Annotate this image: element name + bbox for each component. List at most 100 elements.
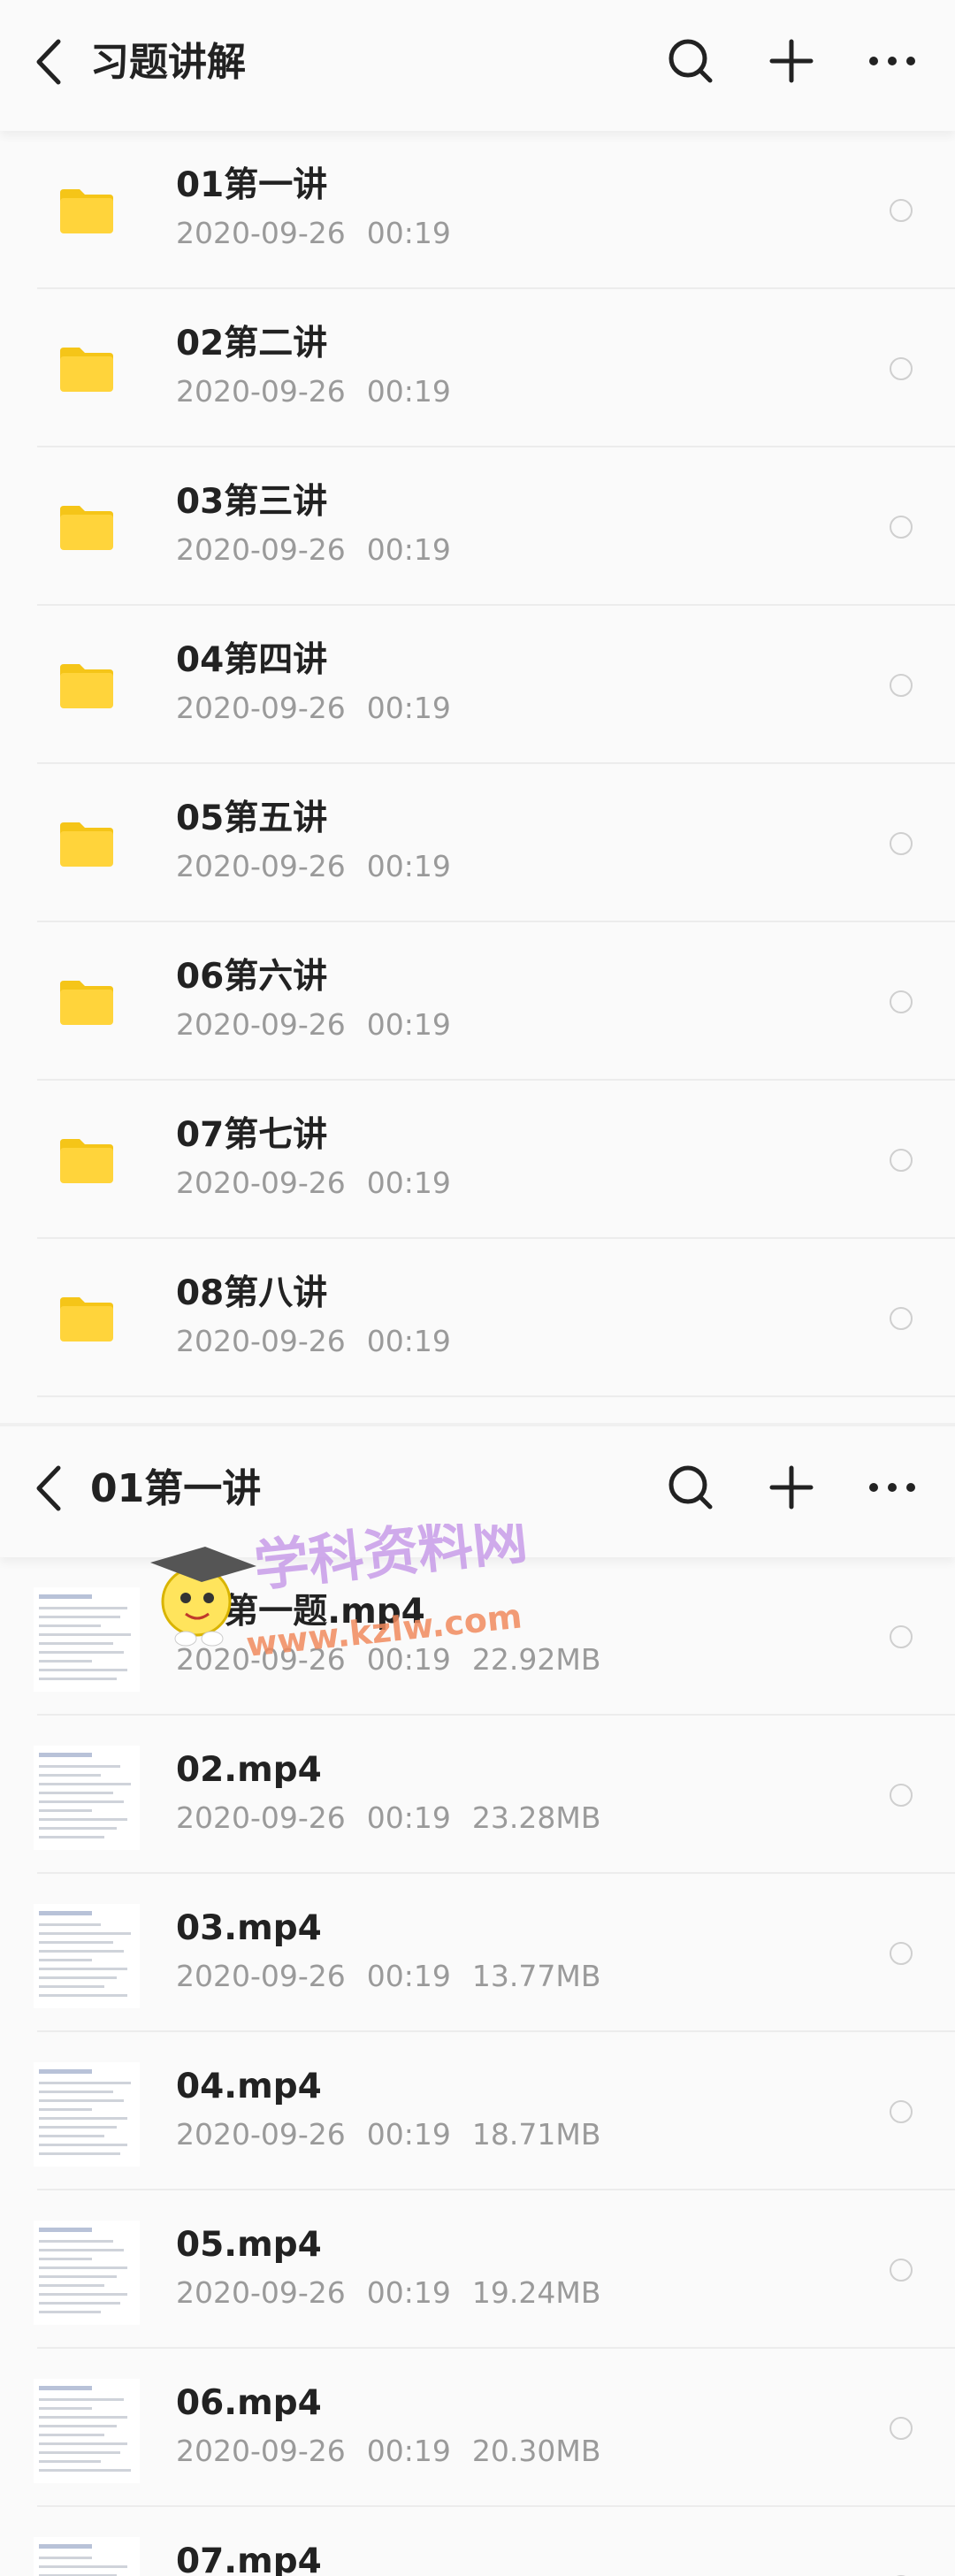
item-time: 00:19 (366, 1642, 451, 1677)
file-row[interactable]: 07.mp4 (0, 2507, 955, 2576)
item-date: 2020-09-26 (176, 532, 346, 567)
video-thumbnail (34, 2537, 140, 2576)
folder-icon (60, 348, 113, 392)
file-row[interactable]: 05.mp4 2020-09-26 00:19 19.24MB (0, 2190, 955, 2349)
select-radio[interactable] (890, 1942, 913, 1965)
select-radio[interactable] (890, 990, 913, 1013)
item-time: 00:19 (366, 216, 451, 250)
folder-icon (60, 664, 113, 708)
file-row[interactable]: 03.mp4 2020-09-26 00:19 13.77MB (0, 1874, 955, 2032)
item-meta: 2020-09-26 00:19 23.28MB (176, 1797, 622, 1839)
item-time: 00:19 (366, 1959, 451, 1993)
folder-icon (60, 189, 113, 233)
select-radio[interactable] (890, 199, 913, 222)
search-icon (668, 39, 713, 83)
item-meta: 2020-09-26 00:19 (176, 371, 472, 413)
item-date: 2020-09-26 (176, 1166, 346, 1200)
item-meta: 2020-09-26 00:19 (176, 1004, 472, 1046)
folder-name: 04第四讲 (176, 640, 328, 680)
item-meta: 2020-09-26 00:19 (176, 1320, 472, 1363)
item-time: 00:19 (366, 1007, 451, 1042)
file-name: 07.mp4 (176, 2542, 322, 2576)
folder-row[interactable]: 01第一讲 2020-09-26 00:19 (0, 131, 955, 289)
folder-row[interactable]: 08第八讲 2020-09-26 00:19 (0, 1239, 955, 1397)
plus-icon (769, 39, 814, 83)
select-radio[interactable] (890, 832, 913, 855)
folder-icon (60, 506, 113, 550)
select-radio[interactable] (890, 357, 913, 380)
select-radio[interactable] (890, 516, 913, 539)
item-date: 2020-09-26 (176, 374, 346, 409)
select-radio[interactable] (890, 2417, 913, 2440)
top-app-bar: 习题讲解 (0, 0, 955, 131)
plus-icon (769, 1465, 814, 1510)
item-meta: 2020-09-26 00:19 20.30MB (176, 2430, 622, 2473)
folder-row[interactable]: 07第七讲 2020-09-26 00:19 (0, 1081, 955, 1239)
item-date: 2020-09-26 (176, 1800, 346, 1835)
folder-name: 07第七讲 (176, 1115, 328, 1155)
video-thumbnail (34, 2062, 140, 2167)
item-time: 00:19 (366, 849, 451, 883)
file-row[interactable]: 04.mp4 2020-09-26 00:19 18.71MB (0, 2032, 955, 2190)
page-title: 习题讲解 (90, 40, 246, 85)
file-row[interactable]: 01第一题.mp4 2020-09-26 00:19 22.92MB (0, 1557, 955, 1716)
select-radio[interactable] (890, 1307, 913, 1330)
select-radio[interactable] (890, 1625, 913, 1648)
folder-name: 01第一讲 (176, 165, 328, 205)
item-date: 2020-09-26 (176, 1642, 346, 1677)
add-button[interactable] (762, 1458, 821, 1517)
page-title: 01第一讲 (90, 1466, 262, 1511)
item-time: 00:19 (366, 691, 451, 725)
item-date: 2020-09-26 (176, 1324, 346, 1358)
more-horizontal-icon (869, 57, 915, 65)
file-name: 05.mp4 (176, 2225, 322, 2265)
select-radio[interactable] (890, 1784, 913, 1807)
video-thumbnail (34, 1587, 140, 1692)
row-divider (37, 1395, 955, 1397)
more-button[interactable] (863, 32, 921, 90)
file-name: 04.mp4 (176, 2067, 322, 2106)
chevron-left-icon (36, 1465, 61, 1511)
folder-icon (60, 822, 113, 867)
video-thumbnail (34, 2379, 140, 2483)
file-row[interactable]: 06.mp4 2020-09-26 00:19 20.30MB (0, 2349, 955, 2507)
add-button[interactable] (762, 32, 821, 90)
item-time: 00:19 (366, 374, 451, 409)
folder-row[interactable]: 02第二讲 2020-09-26 00:19 (0, 289, 955, 447)
folder-name: 06第六讲 (176, 957, 328, 997)
file-name: 02.mp4 (176, 1750, 322, 1790)
search-icon (668, 1465, 713, 1510)
select-radio[interactable] (890, 1149, 913, 1172)
top-app-bar: 01第一讲 (0, 1426, 955, 1557)
search-button[interactable] (661, 1458, 720, 1517)
item-size: 23.28MB (471, 1800, 601, 1835)
item-time: 00:19 (366, 532, 451, 567)
item-time: 00:19 (366, 2117, 451, 2152)
item-meta: 2020-09-26 00:19 (176, 845, 472, 888)
search-button[interactable] (661, 32, 720, 90)
select-radio[interactable] (890, 2100, 913, 2123)
back-button[interactable] (27, 1462, 71, 1515)
item-meta: 2020-09-26 00:19 (176, 687, 472, 730)
item-meta: 2020-09-26 00:19 22.92MB (176, 1639, 622, 1681)
folder-row[interactable]: 04第四讲 2020-09-26 00:19 (0, 606, 955, 764)
folder-row[interactable]: 05第五讲 2020-09-26 00:19 (0, 764, 955, 922)
item-size: 22.92MB (471, 1642, 601, 1677)
file-name: 06.mp4 (176, 2383, 322, 2423)
item-date: 2020-09-26 (176, 849, 346, 883)
select-radio[interactable] (890, 2259, 913, 2282)
item-meta: 2020-09-26 00:19 13.77MB (176, 1955, 622, 1998)
item-time: 00:19 (366, 1166, 451, 1200)
folder-icon (60, 1297, 113, 1342)
item-meta: 2020-09-26 00:19 18.71MB (176, 2114, 622, 2156)
more-button[interactable] (863, 1458, 921, 1517)
more-horizontal-icon (869, 1483, 915, 1492)
select-radio[interactable] (890, 674, 913, 697)
item-date: 2020-09-26 (176, 2275, 346, 2310)
back-button[interactable] (27, 35, 71, 88)
folder-row[interactable]: 03第三讲 2020-09-26 00:19 (0, 447, 955, 606)
item-size: 19.24MB (471, 2275, 601, 2310)
folder-icon (60, 1139, 113, 1183)
folder-row[interactable]: 06第六讲 2020-09-26 00:19 (0, 922, 955, 1081)
file-row[interactable]: 02.mp4 2020-09-26 00:19 23.28MB (0, 1716, 955, 1874)
